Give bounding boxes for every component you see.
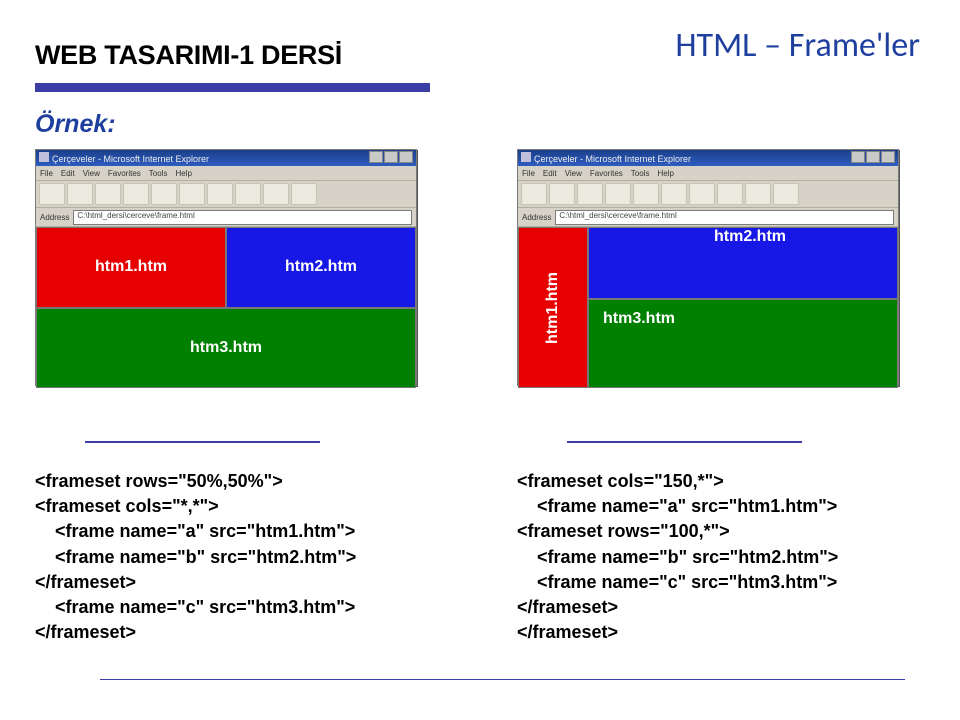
viewport: htm1.htm htm2.htm htm3.htm (518, 227, 898, 388)
toolbar (518, 181, 898, 208)
slide-heading-right: HTML – Frame'ler (675, 25, 920, 66)
menu-item[interactable]: Favorites (108, 169, 141, 178)
code-block-1: <frameset rows="50%,50%"> <frameset cols… (35, 469, 417, 645)
window-title: Çerçeveler - Microsoft Internet Explorer (52, 154, 209, 164)
max-button[interactable] (866, 151, 880, 163)
stop-button[interactable] (577, 183, 603, 205)
toolbar (36, 181, 416, 208)
min-button[interactable] (369, 151, 383, 163)
back-button[interactable] (39, 183, 65, 205)
favorites-button[interactable] (207, 183, 233, 205)
search-button[interactable] (661, 183, 687, 205)
heading-underline (35, 83, 430, 92)
window-buttons (850, 151, 895, 165)
menubar: File Edit View Favorites Tools Help (36, 166, 416, 181)
frame-c: htm3.htm (588, 299, 898, 388)
titlebar: Çerçeveler - Microsoft Internet Explorer (518, 150, 898, 166)
frame-c-label: htm3.htm (603, 310, 675, 328)
menu-item[interactable]: Help (175, 169, 191, 178)
frame-b: htm2.htm (226, 227, 416, 308)
frame-a-label: htm1.htm (95, 258, 167, 276)
frame-b: htm2.htm (588, 227, 898, 299)
close-button[interactable] (399, 151, 413, 163)
frame-b-label: htm2.htm (714, 228, 786, 246)
example-underline (567, 441, 802, 443)
address-bar: Address C:\html_dersi\cerceve\frame.html (36, 208, 416, 227)
menu-item[interactable]: View (565, 169, 582, 178)
menubar: File Edit View Favorites Tools Help (518, 166, 898, 181)
browser-window-1: Çerçeveler - Microsoft Internet Explorer… (35, 149, 417, 386)
close-button[interactable] (881, 151, 895, 163)
code-block-2: <frameset cols="150,*"> <frame name="a" … (517, 469, 899, 645)
refresh-button[interactable] (605, 183, 631, 205)
address-label: Address (40, 213, 69, 222)
menu-item[interactable]: Tools (631, 169, 650, 178)
footer-rule (100, 679, 905, 680)
menu-item[interactable]: File (40, 169, 53, 178)
example-label: Örnek: (35, 110, 925, 139)
home-button[interactable] (151, 183, 177, 205)
favorites-button[interactable] (689, 183, 715, 205)
browser-window-2: Çerçeveler - Microsoft Internet Explorer… (517, 149, 899, 386)
forward-button[interactable] (549, 183, 575, 205)
menu-item[interactable]: Edit (543, 169, 557, 178)
refresh-button[interactable] (123, 183, 149, 205)
forward-button[interactable] (67, 183, 93, 205)
address-field[interactable]: C:\html_dersi\cerceve\frame.html (73, 210, 412, 225)
window-buttons (368, 151, 413, 165)
stop-button[interactable] (95, 183, 121, 205)
max-button[interactable] (384, 151, 398, 163)
frame-c: htm3.htm (36, 308, 416, 389)
menu-item[interactable]: Edit (61, 169, 75, 178)
window-title: Çerçeveler - Microsoft Internet Explorer (534, 154, 691, 164)
titlebar: Çerçeveler - Microsoft Internet Explorer (36, 150, 416, 166)
address-label: Address (522, 213, 551, 222)
frame-c-label: htm3.htm (190, 339, 262, 357)
mail-button[interactable] (263, 183, 289, 205)
example-underline (85, 441, 320, 443)
print-button[interactable] (773, 183, 799, 205)
frame-b-label: htm2.htm (285, 258, 357, 276)
menu-item[interactable]: File (522, 169, 535, 178)
history-button[interactable] (717, 183, 743, 205)
menu-item[interactable]: View (83, 169, 100, 178)
viewport: htm1.htm htm2.htm htm3.htm (36, 227, 416, 388)
frame-a: htm1.htm (36, 227, 226, 308)
example-1: Çerçeveler - Microsoft Internet Explorer… (35, 149, 417, 645)
examples-row: Çerçeveler - Microsoft Internet Explorer… (35, 149, 925, 645)
address-bar: Address C:\html_dersi\cerceve\frame.html (518, 208, 898, 227)
min-button[interactable] (851, 151, 865, 163)
menu-item[interactable]: Favorites (590, 169, 623, 178)
back-button[interactable] (521, 183, 547, 205)
frame-a-label: htm1.htm (544, 272, 562, 344)
app-icon (39, 152, 49, 162)
example-2: Çerçeveler - Microsoft Internet Explorer… (517, 149, 899, 645)
print-button[interactable] (291, 183, 317, 205)
home-button[interactable] (633, 183, 659, 205)
address-field[interactable]: C:\html_dersi\cerceve\frame.html (555, 210, 894, 225)
app-icon (521, 152, 531, 162)
history-button[interactable] (235, 183, 261, 205)
frame-a: htm1.htm (518, 227, 588, 388)
slide: WEB TASARIMI-1 DERSİ HTML – Frame'ler Ör… (0, 0, 960, 720)
menu-item[interactable]: Tools (149, 169, 168, 178)
mail-button[interactable] (745, 183, 771, 205)
menu-item[interactable]: Help (657, 169, 673, 178)
search-button[interactable] (179, 183, 205, 205)
